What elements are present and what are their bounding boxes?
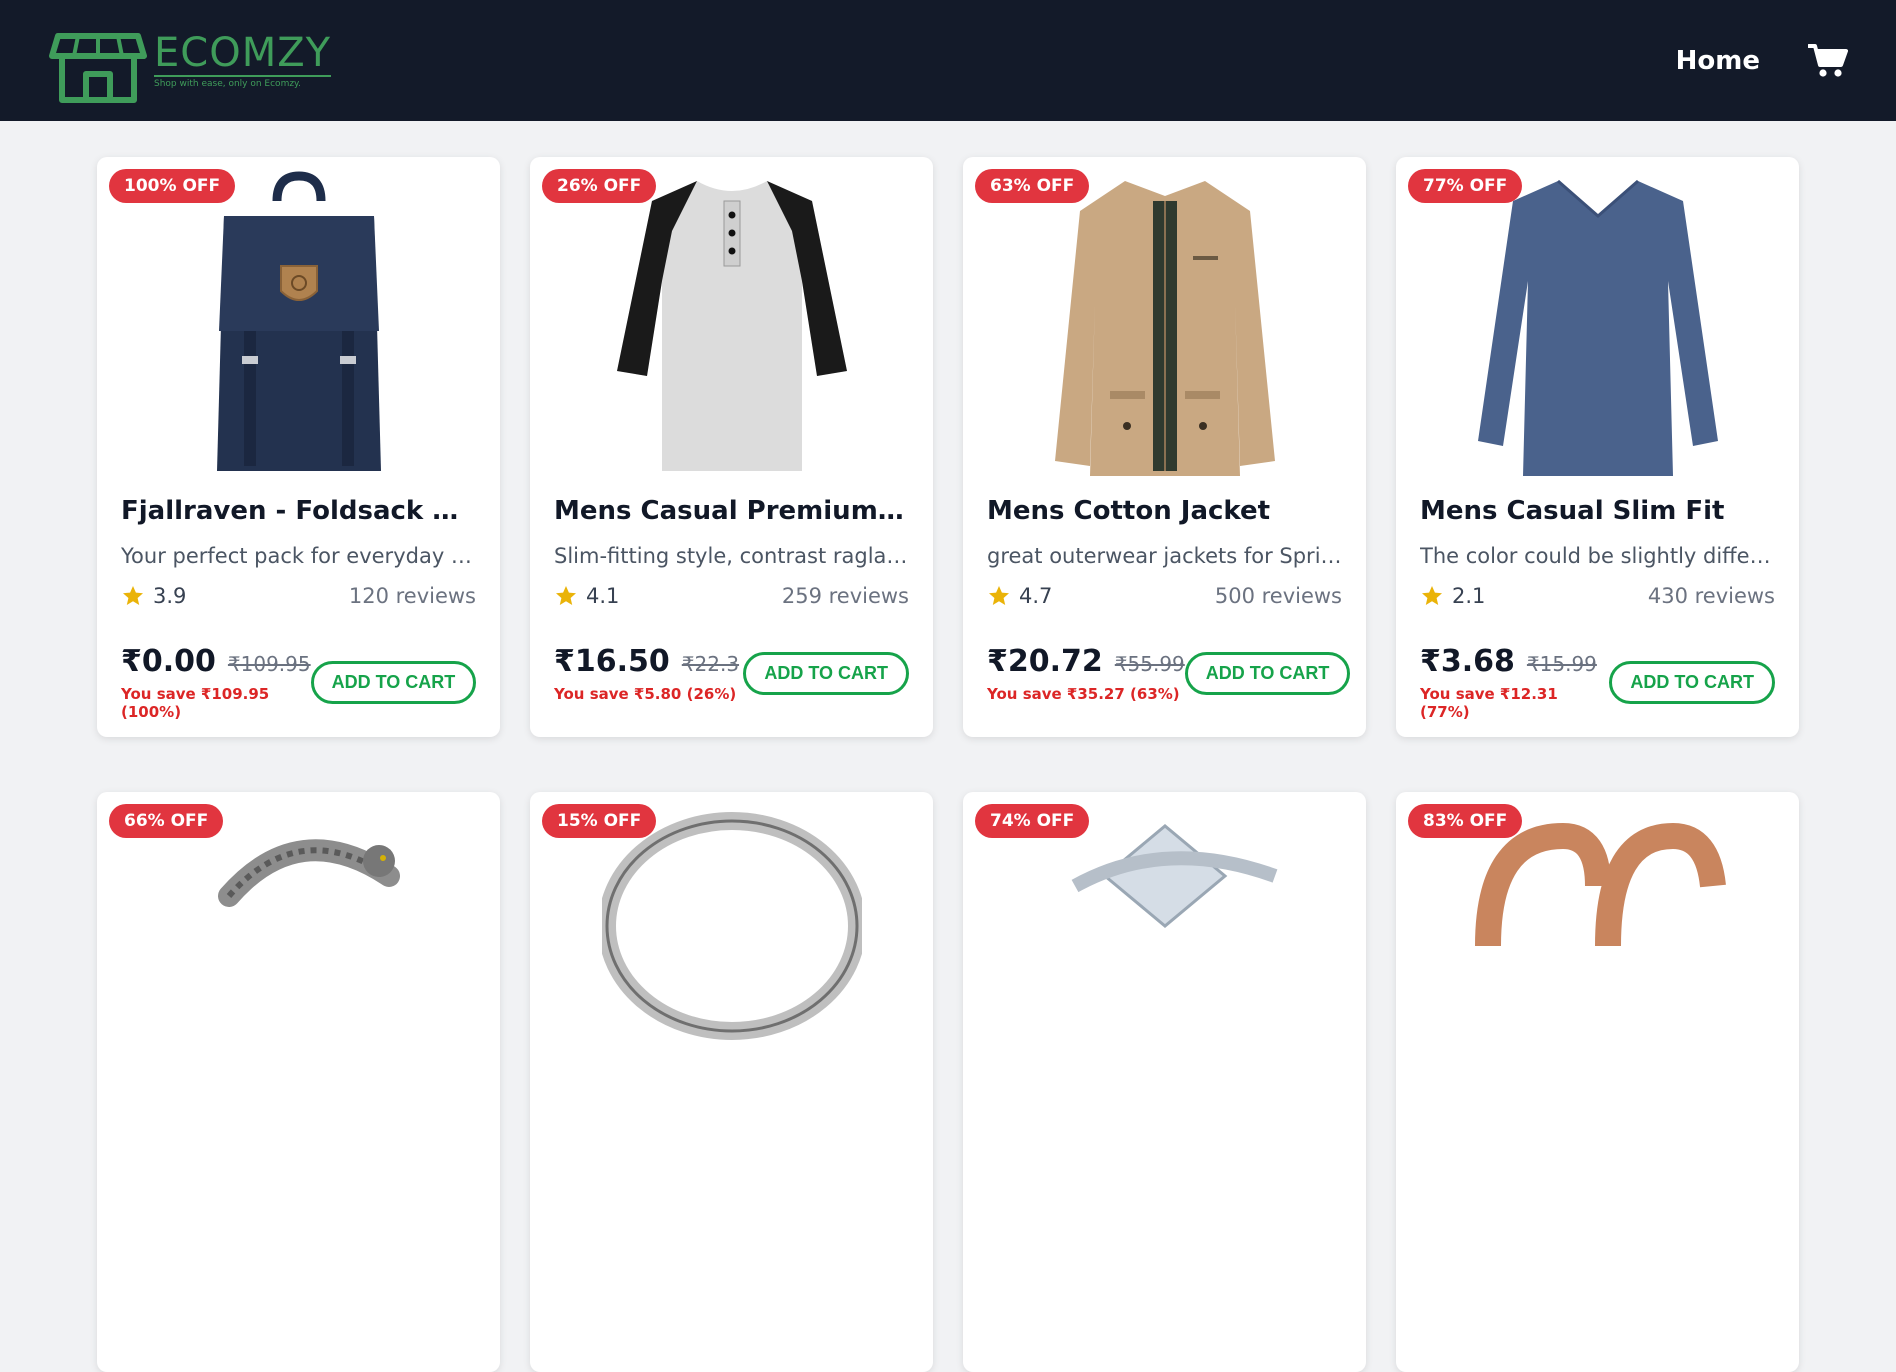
product-grid: 100% OFF Fjallraven - Foldsack No.... Yo… (97, 157, 1799, 1372)
discount-badge: 26% OFF (542, 169, 657, 203)
discount-badge: 100% OFF (109, 169, 236, 203)
review-count: 120 reviews (348, 584, 476, 608)
product-card: 100% OFF Fjallraven - Foldsack No.... Yo… (97, 157, 500, 737)
product-card: 83% OFF (1396, 792, 1799, 1372)
original-price: ₹55.99 (1114, 652, 1185, 676)
price-row: ₹0.00 ₹109.95 You save ₹109.95 (100%) AD… (121, 644, 477, 721)
review-count: 430 reviews (1647, 584, 1775, 608)
current-price: ₹20.72 (987, 644, 1103, 679)
rating: 4.7 (987, 584, 1052, 608)
earrings-image (1474, 822, 1726, 946)
product-image[interactable] (1420, 792, 1775, 1119)
product-image[interactable] (987, 792, 1342, 1119)
rating: 4.1 (554, 584, 619, 608)
raglan-tshirt-image (616, 180, 847, 471)
brand-tagline: Shop with ease, only on Ecomzy. (154, 78, 301, 89)
rating-value: 3.9 (153, 584, 187, 608)
rating-value: 4.7 (1019, 584, 1053, 608)
savings-text: You save ₹12.31 (77%) (1420, 685, 1558, 721)
brand-logo-link[interactable]: ECOMZY Shop with ease, only on Ecomzy. (48, 16, 332, 106)
rating-value: 4.1 (586, 584, 620, 608)
star-icon (123, 586, 143, 605)
jacket-image (1054, 180, 1275, 476)
current-price: ₹0.00 (121, 644, 216, 679)
price-row: ₹3.68 ₹15.99 You save ₹12.31 (77%) ADD T… (1420, 644, 1775, 721)
product-image[interactable] (554, 792, 909, 1119)
original-price: ₹109.95 (227, 652, 311, 676)
cart-icon[interactable] (1808, 43, 1848, 79)
brand-text: ECOMZY Shop with ease, only on Ecomzy. (154, 29, 332, 89)
product-image[interactable] (554, 157, 909, 484)
product-description: great outerwear jackets for Sprin... (987, 544, 1342, 568)
silver-ring-image (601, 811, 862, 1040)
product-card: 15% OFF (530, 792, 933, 1372)
current-price: ₹16.50 (554, 644, 670, 679)
longsleeve-image (1477, 179, 1718, 476)
product-card: 77% OFF Mens Casual Slim Fit The color c… (1396, 157, 1799, 737)
discount-badge: 63% OFF (975, 169, 1090, 203)
review-count: 500 reviews (1214, 584, 1342, 608)
product-meta: 3.9 120 reviews (121, 584, 476, 608)
original-price: ₹22.3 (681, 652, 740, 676)
nav-links: Home (1676, 43, 1848, 79)
price-block: ₹0.00 ₹109.95 You save ₹109.95 (100%) (121, 644, 311, 721)
product-meta: 4.7 500 reviews (987, 584, 1342, 608)
price-block: ₹3.68 ₹15.99 You save ₹12.31 (77%) (1420, 644, 1609, 721)
product-title[interactable]: Mens Casual Premium S... (554, 496, 909, 526)
rating-value: 2.1 (1452, 584, 1486, 608)
add-to-cart-button[interactable]: ADD TO CART (743, 652, 909, 695)
backpack-image (216, 170, 381, 471)
current-price: ₹3.68 (1420, 644, 1515, 679)
savings-text: You save ₹35.27 (63%) (987, 685, 1180, 703)
brand-name: ECOMZY (154, 29, 332, 77)
product-card: 26% OFF Mens Casual Premium S... Slim-fi… (530, 157, 933, 737)
nav-home-link[interactable]: Home (1676, 46, 1760, 76)
product-image[interactable] (121, 792, 476, 1119)
price-block: ₹16.50 ₹22.3 You save ₹5.80 (26%) (554, 644, 739, 703)
savings-text: You save ₹109.95 (100%) (121, 685, 270, 721)
product-image[interactable] (121, 157, 476, 484)
discount-badge: 83% OFF (1408, 804, 1523, 838)
bracelet-image (217, 838, 400, 907)
discount-badge: 66% OFF (109, 804, 224, 838)
price-block: ₹20.72 ₹55.99 You save ₹35.27 (63%) (987, 644, 1185, 703)
rating: 2.1 (1420, 584, 1485, 608)
price-row: ₹20.72 ₹55.99 You save ₹35.27 (63%) ADD … (987, 644, 1351, 703)
product-card: 66% OFF (97, 792, 500, 1372)
product-meta: 4.1 259 reviews (554, 584, 909, 608)
star-icon (556, 586, 576, 605)
product-image[interactable] (987, 157, 1342, 484)
review-count: 259 reviews (781, 584, 909, 608)
store-logo-icon (49, 32, 147, 103)
rating: 3.9 (121, 584, 186, 608)
add-to-cart-button[interactable]: ADD TO CART (310, 661, 477, 704)
product-image[interactable] (1420, 157, 1775, 484)
diamond-ring-image (1071, 823, 1277, 928)
product-meta: 2.1 430 reviews (1420, 584, 1775, 608)
add-to-cart-button[interactable]: ADD TO CART (1609, 661, 1775, 704)
star-icon (1422, 586, 1442, 605)
add-to-cart-button[interactable]: ADD TO CART (1184, 652, 1351, 695)
product-description: Your perfect pack for everyday u... (121, 544, 476, 568)
product-title[interactable]: Mens Casual Slim Fit (1420, 496, 1775, 526)
savings-text: You save ₹5.80 (26%) (554, 685, 737, 703)
product-description: Slim-fitting style, contrast raglan... (554, 544, 909, 568)
discount-badge: 15% OFF (542, 804, 657, 838)
original-price: ₹15.99 (1526, 652, 1597, 676)
price-row: ₹16.50 ₹22.3 You save ₹5.80 (26%) ADD TO… (554, 644, 909, 703)
product-description: The color could be slightly differ... (1420, 544, 1775, 568)
product-title[interactable]: Fjallraven - Foldsack No.... (121, 496, 476, 526)
product-card: 63% OFF Mens Cotton Jacket great outerwe… (963, 157, 1366, 737)
product-card: 74% OFF (963, 792, 1366, 1372)
discount-badge: 77% OFF (1408, 169, 1523, 203)
star-icon (989, 586, 1009, 605)
discount-badge: 74% OFF (975, 804, 1090, 838)
product-title[interactable]: Mens Cotton Jacket (987, 496, 1342, 526)
navbar: ECOMZY Shop with ease, only on Ecomzy. H… (0, 0, 1896, 121)
